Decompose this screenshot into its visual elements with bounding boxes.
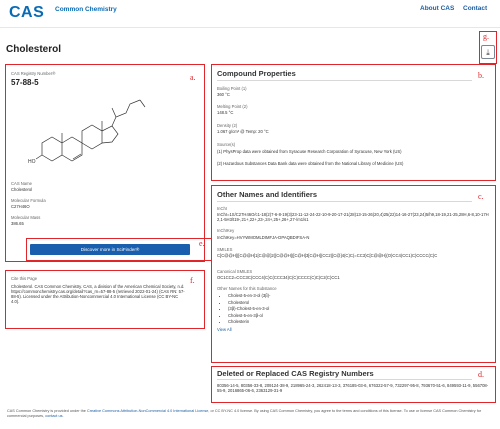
reg-number-label: CAS Registry Number® [11, 71, 56, 76]
inchikey-value: InChIKey=HVYWMOMLDIMFJA-DPAQBDIFSA-N [217, 235, 310, 240]
molecular-mass: 386.65 [11, 221, 24, 226]
contact-us-link[interactable]: contact us [45, 414, 62, 418]
inchi-label: InChI [217, 206, 228, 211]
list-item: Cholest-5-en-3-ol (3β)- [228, 293, 270, 300]
annotation-c: c. [478, 192, 484, 201]
download-button[interactable]: ⤓ [481, 45, 495, 59]
footer-text-part: . [62, 414, 64, 418]
citation-text[interactable]: Cholesterol. CAS Common Chemistry. CAS, … [11, 284, 187, 304]
reg-number: 57-88-5 [11, 78, 39, 87]
sources-label: Source(s) [217, 142, 236, 147]
deleted-divider [217, 379, 472, 380]
scifinder-button[interactable]: Discover more in SciFinder® [30, 244, 190, 255]
identifiers-divider [217, 201, 472, 202]
formula-label: Molecular Formula [11, 198, 46, 203]
structure-diagram: HO [28, 99, 146, 165]
inchikey-label: InChIKey [217, 228, 235, 233]
inchi-value: InChI=1S/C27H46O/c1-18(2)7-6-8-19(3)23-1… [217, 212, 489, 222]
smiles-value: C[C@@H]([C@@H]1[C@@]2([C@@H]([C@H]3[C@H]… [217, 253, 438, 258]
hydroxyl-label: HO [28, 159, 36, 165]
citation-title: Cite this Page [11, 276, 38, 281]
footer-text-part: CAS Common Chemistry is provided under t… [7, 409, 87, 413]
density: 1.067 g/cm³ @ Temp: 20 °C [217, 129, 269, 134]
nav-contact[interactable]: Contact [463, 5, 487, 12]
cas-logo-subtitle[interactable]: Common Chemistry [55, 6, 117, 13]
nav-about-cas[interactable]: About CAS [420, 5, 454, 12]
boiling-point-label: Boiling Point (1) [217, 86, 247, 91]
properties-title: Compound Properties [217, 69, 296, 78]
page-title: Cholesterol [6, 44, 62, 55]
molecular-formula: C27H46O [11, 204, 30, 209]
list-item: (3β)-Cholest-5-en-3-ol [228, 306, 270, 313]
footer-text: CAS Common Chemistry is provided under t… [7, 409, 495, 419]
annotation-e: e. [199, 239, 205, 248]
source-1: (1) PhysProp data were obtained from Syr… [217, 149, 402, 154]
cas-name-label: CAS Name [11, 181, 32, 186]
identifiers-title: Other Names and Identifiers [217, 190, 318, 199]
density-label: Density (2) [217, 123, 238, 128]
canonical-smiles-value: OC1CC2=CCC3C(CCC4(C)C(CCC34)C(C)CCCC(C)C… [217, 275, 340, 280]
deleted-numbers: 80356-14-5, 80356-33-8, 209124-38-9, 218… [217, 383, 489, 393]
melting-point-label: Melting Point (2) [217, 104, 248, 109]
deleted-title: Deleted or Replaced CAS Registry Numbers [217, 369, 374, 378]
canonical-smiles-label: Canonical SMILES [217, 269, 253, 274]
cas-name: Cholesterol [11, 187, 33, 192]
annotation-g: g. [483, 32, 489, 41]
view-all-link[interactable]: View All [217, 327, 232, 332]
annotation-a: a. [190, 73, 196, 82]
smiles-label: SMILES [217, 247, 233, 252]
mass-label: Molecular Mass [11, 215, 41, 220]
other-names-list: Cholest-5-en-3-ol (3β)- Cholesterol (3β)… [221, 293, 270, 326]
download-icon: ⤓ [486, 48, 490, 57]
license-link[interactable]: Creative Commons Attribution-NonCommerci… [87, 409, 208, 413]
properties-divider [217, 80, 472, 81]
annotation-d: d. [478, 370, 484, 379]
other-names-label: Other Names for this Substance [217, 286, 277, 291]
melting-point: 148.5 °C [217, 110, 234, 115]
boiling-point: 360 °C [217, 92, 230, 97]
cas-logo[interactable]: CAS [9, 4, 44, 22]
source-2: (2) Hazardous Substances Data Bank data … [217, 161, 404, 166]
annotation-b: b. [478, 71, 484, 80]
list-item: Cholesterin [228, 319, 270, 326]
annotation-f: f. [190, 276, 195, 285]
